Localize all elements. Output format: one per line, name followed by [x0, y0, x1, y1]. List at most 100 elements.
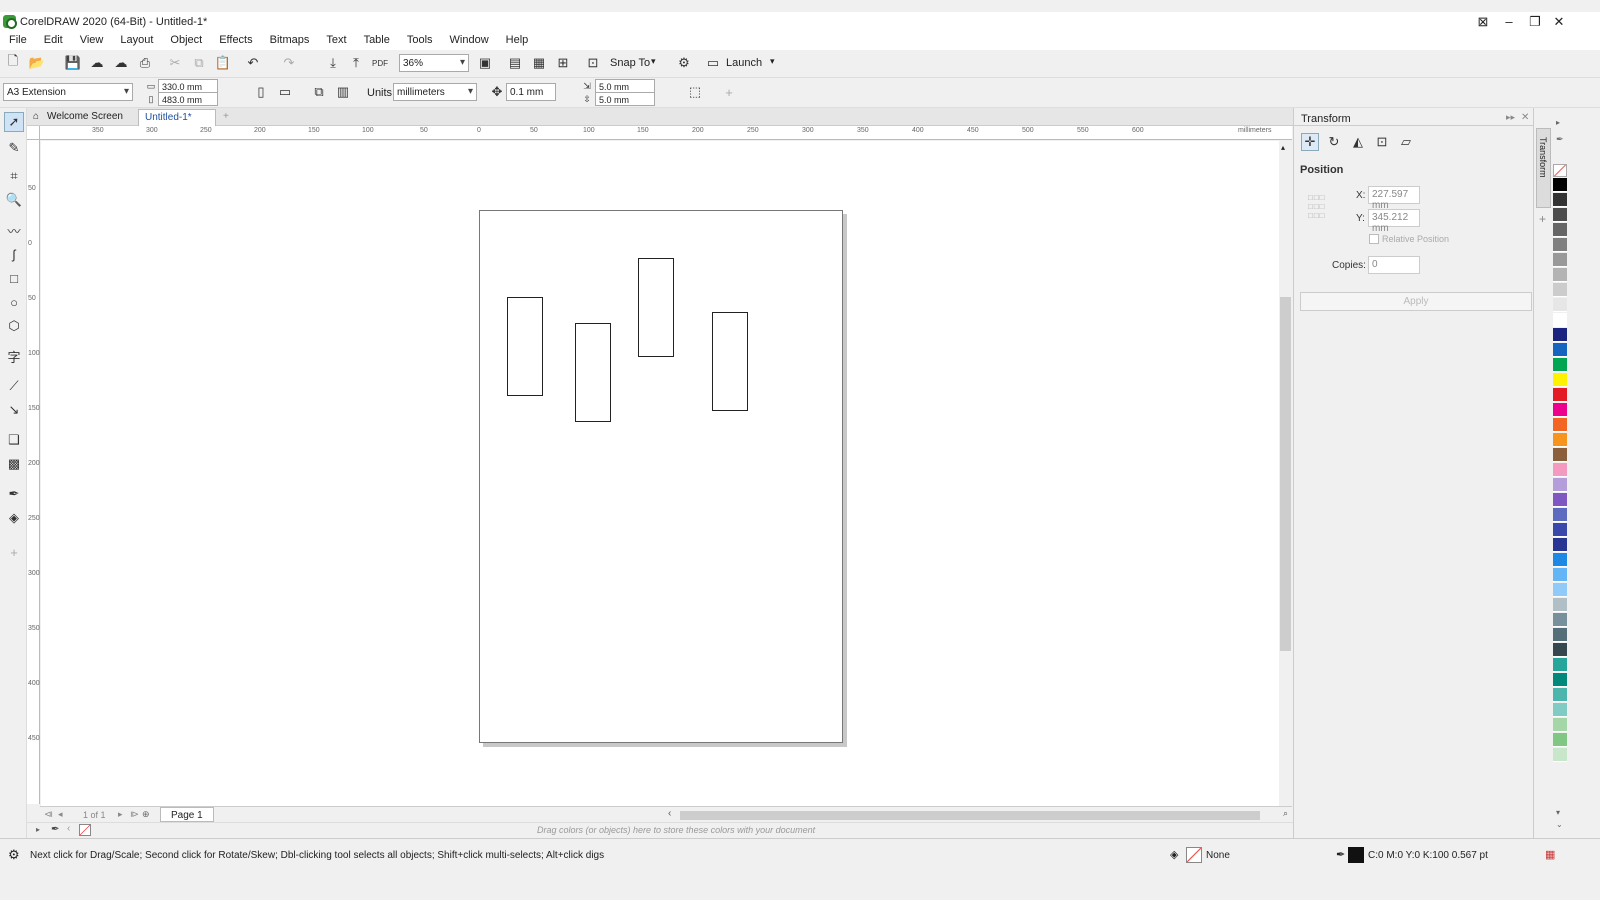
redo-icon[interactable]: ↷: [280, 54, 298, 72]
first-page-icon[interactable]: ⧏: [44, 809, 53, 820]
skew-icon[interactable]: ▱: [1397, 133, 1415, 151]
polygon-tool-icon[interactable]: ⬡: [4, 316, 24, 336]
add-icon[interactable]: +: [720, 83, 738, 101]
color-swatch[interactable]: [1553, 508, 1567, 522]
color-swatch[interactable]: [1553, 328, 1567, 342]
open-icon[interactable]: 📂: [28, 54, 46, 72]
menu-file[interactable]: File: [0, 32, 35, 50]
shape-tool-icon[interactable]: ✎: [4, 138, 24, 158]
docker-close-icon[interactable]: ✕: [1521, 112, 1529, 123]
color-proof-icon[interactable]: ▦: [1545, 848, 1555, 861]
menu-bitmaps[interactable]: Bitmaps: [261, 32, 318, 50]
color-swatch[interactable]: [1553, 268, 1567, 282]
new-document-icon[interactable]: 🗋: [4, 53, 22, 72]
color-swatch[interactable]: [1553, 448, 1567, 462]
scroll-left-icon[interactable]: ‹: [67, 823, 70, 834]
current-page-icon[interactable]: ▥: [334, 83, 352, 101]
landscape-icon[interactable]: ▭: [276, 83, 294, 101]
tab-untitled-1[interactable]: Untitled-1*: [138, 109, 216, 126]
color-swatch[interactable]: [1553, 463, 1567, 477]
no-color-swatch[interactable]: [1553, 164, 1567, 177]
color-swatch[interactable]: [1553, 193, 1567, 207]
paste-icon[interactable]: 📋: [214, 54, 232, 72]
parallel-dimension-icon[interactable]: ⟋: [4, 376, 24, 396]
no-color-swatch[interactable]: [79, 824, 91, 836]
snap-to-button[interactable]: Snap To: [610, 57, 650, 69]
restore-button[interactable]: ❐: [1524, 13, 1546, 31]
color-swatch[interactable]: [1553, 478, 1567, 492]
relative-position-checkbox[interactable]: [1369, 234, 1379, 244]
page[interactable]: [479, 210, 843, 743]
x-position-field[interactable]: 227.597 mm: [1368, 186, 1420, 211]
launch-dropdown-icon[interactable]: ▾: [770, 56, 775, 67]
nudge-distance-field[interactable]: 0.1 mm: [506, 83, 556, 101]
copies-field[interactable]: 0: [1368, 256, 1420, 274]
next-page-icon[interactable]: ▸: [118, 809, 123, 820]
drop-shadow-icon[interactable]: ❑: [4, 430, 24, 450]
portrait-icon[interactable]: ▯: [252, 83, 270, 101]
color-swatch[interactable]: [1553, 208, 1567, 222]
page-width-field[interactable]: 330.0 mm: [158, 79, 218, 93]
color-swatch[interactable]: [1553, 403, 1567, 417]
rectangle-shape[interactable]: [638, 258, 674, 357]
page-border-icon[interactable]: ⬚: [686, 83, 704, 101]
show-grid-icon[interactable]: ▦: [530, 54, 548, 72]
status-gear-icon[interactable]: ⚙: [8, 847, 20, 863]
account-icon[interactable]: ⊠: [1472, 13, 1494, 31]
tab-welcome-screen[interactable]: Welcome Screen: [41, 109, 129, 126]
ruler-origin[interactable]: [27, 126, 40, 140]
rotate-icon[interactable]: ↻: [1325, 133, 1343, 151]
connector-tool-icon[interactable]: ↘: [4, 400, 24, 420]
palette-expand-icon[interactable]: ▸: [36, 825, 40, 834]
menu-text[interactable]: Text: [317, 32, 354, 50]
minimize-button[interactable]: –: [1498, 13, 1520, 31]
print-icon[interactable]: ⎙: [136, 54, 154, 72]
export-icon[interactable]: ⤒: [347, 54, 365, 72]
add-docker-icon[interactable]: +: [1539, 212, 1546, 226]
ellipse-tool-icon[interactable]: ○: [4, 292, 24, 312]
new-tab-icon[interactable]: +: [217, 109, 235, 126]
pdf-icon[interactable]: PDF: [371, 54, 389, 72]
fill-icon[interactable]: ◈: [1170, 848, 1178, 861]
previous-page-icon[interactable]: ◂: [58, 809, 63, 820]
launch-icon[interactable]: ▭: [704, 54, 722, 72]
rectangle-shape[interactable]: [575, 323, 611, 422]
size-icon[interactable]: ⊡: [1373, 133, 1391, 151]
palette-eyedropper-icon[interactable]: ✒: [1556, 134, 1564, 145]
color-swatch[interactable]: [1553, 568, 1567, 582]
color-swatch[interactable]: [1553, 238, 1567, 252]
y-position-field[interactable]: 345.212 mm: [1368, 209, 1420, 234]
zoom-level-select[interactable]: 36%: [399, 54, 469, 72]
menu-help[interactable]: Help: [497, 32, 537, 50]
zoom-navigator-icon[interactable]: ⌕: [1283, 808, 1288, 819]
color-swatch[interactable]: [1553, 283, 1567, 297]
color-swatch[interactable]: [1553, 643, 1567, 657]
color-swatch[interactable]: [1553, 718, 1567, 732]
outline-pen-icon[interactable]: ✒: [1336, 848, 1345, 861]
color-swatch[interactable]: [1553, 493, 1567, 507]
color-swatch[interactable]: [1553, 253, 1567, 267]
interactive-fill-icon[interactable]: ◈: [4, 508, 24, 528]
color-swatch[interactable]: [1553, 658, 1567, 672]
import-icon[interactable]: ⤓: [324, 54, 342, 72]
color-swatch[interactable]: [1553, 613, 1567, 627]
duplicate-distance-y-field[interactable]: 5.0 mm: [595, 92, 655, 106]
snap-dropdown-icon[interactable]: ▾: [651, 56, 656, 67]
color-swatch[interactable]: [1553, 298, 1567, 312]
menu-object[interactable]: Object: [161, 32, 210, 50]
document-palette[interactable]: ▸ ✒ ‹ Drag colors (or objects) here to s…: [27, 822, 1293, 838]
color-swatch[interactable]: [1553, 178, 1567, 192]
palette-expand-icon[interactable]: ⌄: [1556, 820, 1563, 829]
color-swatch[interactable]: [1553, 373, 1567, 387]
fill-swatch[interactable]: [1186, 847, 1202, 863]
full-screen-icon[interactable]: ▣: [476, 54, 494, 72]
launch-button[interactable]: Launch: [726, 57, 762, 69]
color-swatch[interactable]: [1553, 313, 1567, 327]
all-pages-icon[interactable]: ⧉: [310, 83, 328, 101]
vertical-scrollbar[interactable]: ▴: [1279, 141, 1292, 806]
menu-tools[interactable]: Tools: [398, 32, 441, 50]
show-guidelines-icon[interactable]: ⊞: [554, 54, 572, 72]
color-swatch[interactable]: [1553, 628, 1567, 642]
page-size-select[interactable]: A3 Extension: [3, 83, 133, 101]
cut-icon[interactable]: ✂: [166, 54, 184, 72]
